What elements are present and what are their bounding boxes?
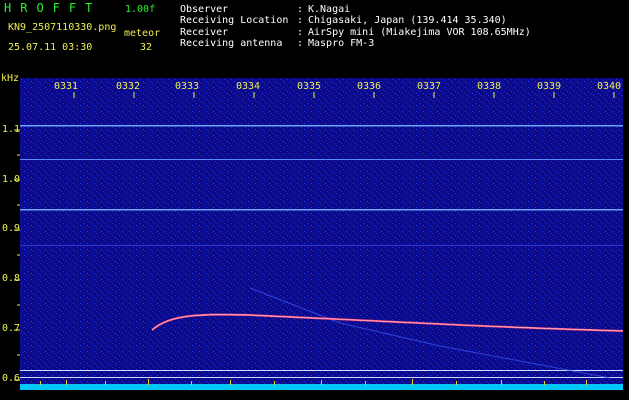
noise-background	[20, 78, 623, 390]
field-label-antenna: Receiving antenna	[180, 38, 283, 49]
field-sep: :	[297, 15, 304, 26]
meteor-label: meteor	[124, 28, 161, 39]
field-label-location: Receiving Location	[180, 15, 289, 26]
header-panel: HROFFT 1.00f KN9_2507110330.png meteor 2…	[0, 0, 629, 75]
field-value-observer: K.Nagai	[308, 4, 351, 15]
field-value-receiver: AirSpy mini (Miakejima VOR 108.65MHz)	[308, 27, 531, 38]
spectrogram-plot	[20, 78, 623, 390]
field-label-observer: Observer	[180, 4, 229, 15]
x-axis-ticks	[73, 92, 615, 98]
x-tick-label: 0340	[597, 81, 622, 92]
x-tick-label: 0331	[54, 81, 79, 92]
x-tick-label: 0332	[116, 81, 141, 92]
meteor-count: 32	[140, 42, 153, 53]
x-tick-label: 0339	[537, 81, 562, 92]
field-sep: :	[297, 27, 304, 38]
x-tick-label: 0334	[236, 81, 261, 92]
y-axis-ticks	[14, 129, 20, 381]
carrier-line	[20, 377, 623, 378]
carrier-line	[20, 159, 623, 160]
field-label-receiver: Receiver	[180, 27, 229, 38]
x-tick-label: 0338	[477, 81, 502, 92]
carrier-line	[20, 370, 623, 371]
spectrogram-canvas	[20, 78, 623, 390]
field-sep: :	[297, 38, 304, 49]
carrier-line	[20, 209, 623, 211]
file-name: KN9_2507110330.png	[8, 22, 117, 33]
app-version: 1.00f	[125, 4, 156, 15]
carrier-line	[20, 245, 623, 246]
datetime-stamp: 25.07.11 03:30	[8, 42, 93, 53]
x-tick-label: 0335	[297, 81, 322, 92]
field-value-location: Chigasaki, Japan (139.414 35.340)	[308, 15, 507, 26]
x-tick-label: 0333	[175, 81, 200, 92]
app-title: HROFFT	[4, 1, 102, 15]
x-tick-label: 0337	[417, 81, 442, 92]
field-sep: :	[297, 4, 304, 15]
field-value-antenna: Maspro FM-3	[308, 38, 375, 49]
carrier-line	[20, 125, 623, 127]
x-tick-label: 0336	[357, 81, 382, 92]
